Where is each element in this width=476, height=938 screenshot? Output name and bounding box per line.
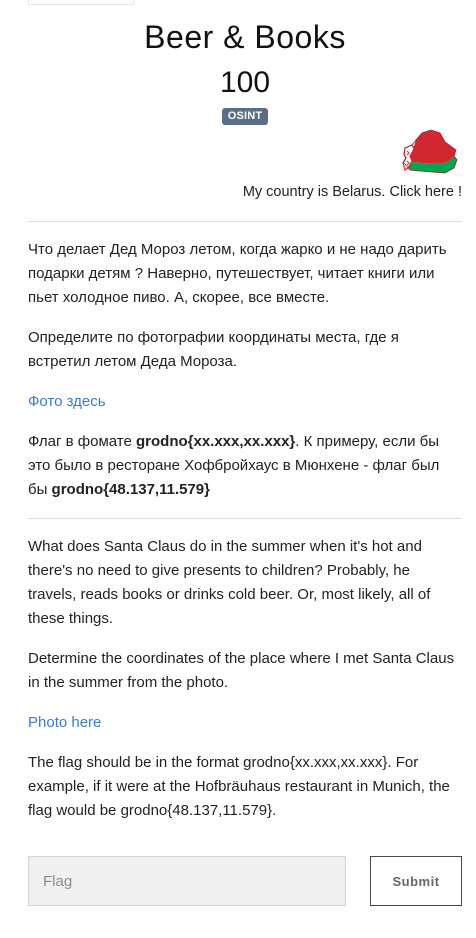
previous-tab-edge (28, 0, 134, 5)
submit-button[interactable]: Submit (370, 856, 462, 906)
photo-link-paragraph: Фото здесь (28, 390, 458, 414)
description-paragraph: Determine the coordinates of the place w… (28, 650, 455, 691)
description-paragraph: Что делает Дед Мороз летом, когда жарко … (28, 241, 447, 306)
category-badge: OSINT (221, 108, 269, 125)
photo-link-ru[interactable]: Фото здесь (28, 393, 106, 410)
challenge-points: 100 (219, 66, 271, 99)
flag-format-paragraph: The flag should be in the format grodno{… (28, 754, 450, 819)
flag-format-paragraph: Флаг в фомате grodno{xx.xxx,xx.xxx}. К п… (28, 430, 458, 502)
divider (28, 518, 462, 519)
flag-format-prefix: Флаг в фомате (28, 433, 136, 450)
description-english: What does Santa Claus do in the summer w… (28, 535, 458, 839)
divider (28, 221, 462, 222)
country-info-link[interactable]: My country is Belarus. Click here ! (243, 184, 462, 200)
photo-link-en[interactable]: Photo here (28, 714, 101, 731)
description-paragraph: What does Santa Claus do in the summer w… (28, 538, 431, 627)
flag-format-code: grodno{xx.xxx,xx.xxx} (136, 433, 296, 450)
description-paragraph: Определите по фотографии координаты мест… (28, 329, 399, 370)
challenge-header: Beer & Books 100 OSINT (28, 18, 462, 125)
belarus-map-flag-icon (402, 129, 458, 174)
flag-example-code: grodno{48.137,11.579} (51, 481, 210, 498)
photo-link-paragraph: Photo here (28, 711, 458, 735)
flag-input[interactable] (28, 856, 346, 906)
description-russian: Что делает Дед Мороз летом, когда жарко … (28, 238, 458, 518)
challenge-title: Beer & Books (144, 19, 346, 55)
